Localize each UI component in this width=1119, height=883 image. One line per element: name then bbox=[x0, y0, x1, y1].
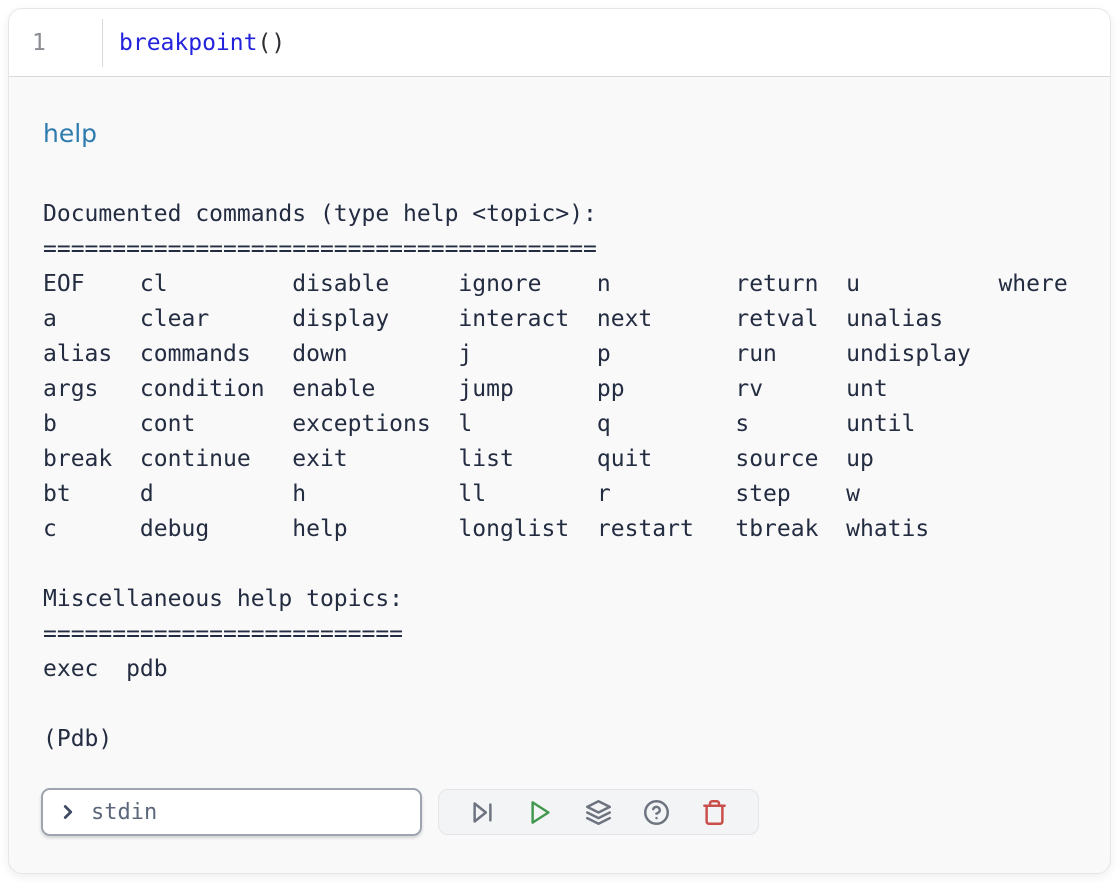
line-number: 1 bbox=[32, 30, 46, 56]
stack-button[interactable] bbox=[578, 792, 618, 832]
stdin-box bbox=[41, 788, 422, 836]
code-widget: 1 breakpoint() help Documented commands … bbox=[8, 8, 1111, 874]
layers-icon bbox=[585, 799, 612, 826]
step-forward-button[interactable] bbox=[462, 792, 502, 832]
controls-row bbox=[41, 788, 1076, 836]
stdin-input[interactable] bbox=[89, 799, 406, 826]
code-token-punctuation: () bbox=[257, 30, 285, 56]
help-button[interactable] bbox=[637, 792, 677, 832]
clear-button[interactable] bbox=[695, 792, 735, 832]
console-panel: help Documented commands (type help <top… bbox=[9, 119, 1110, 836]
trash-icon bbox=[701, 799, 728, 826]
code-token-builtin: breakpoint bbox=[119, 30, 257, 56]
run-button[interactable] bbox=[520, 792, 560, 832]
skip-forward-icon bbox=[469, 799, 496, 826]
echoed-command: help bbox=[43, 119, 1076, 149]
chevron-right-icon bbox=[57, 801, 79, 823]
play-icon bbox=[527, 799, 554, 826]
code-line[interactable]: breakpoint() bbox=[119, 9, 285, 77]
line-number-gutter: 1 bbox=[9, 30, 102, 56]
console-output: Documented commands (type help <topic>):… bbox=[43, 197, 1076, 757]
gutter-divider bbox=[102, 19, 103, 67]
toolbar bbox=[438, 789, 759, 835]
code-editor: 1 breakpoint() bbox=[9, 9, 1110, 77]
help-circle-icon bbox=[643, 799, 670, 826]
